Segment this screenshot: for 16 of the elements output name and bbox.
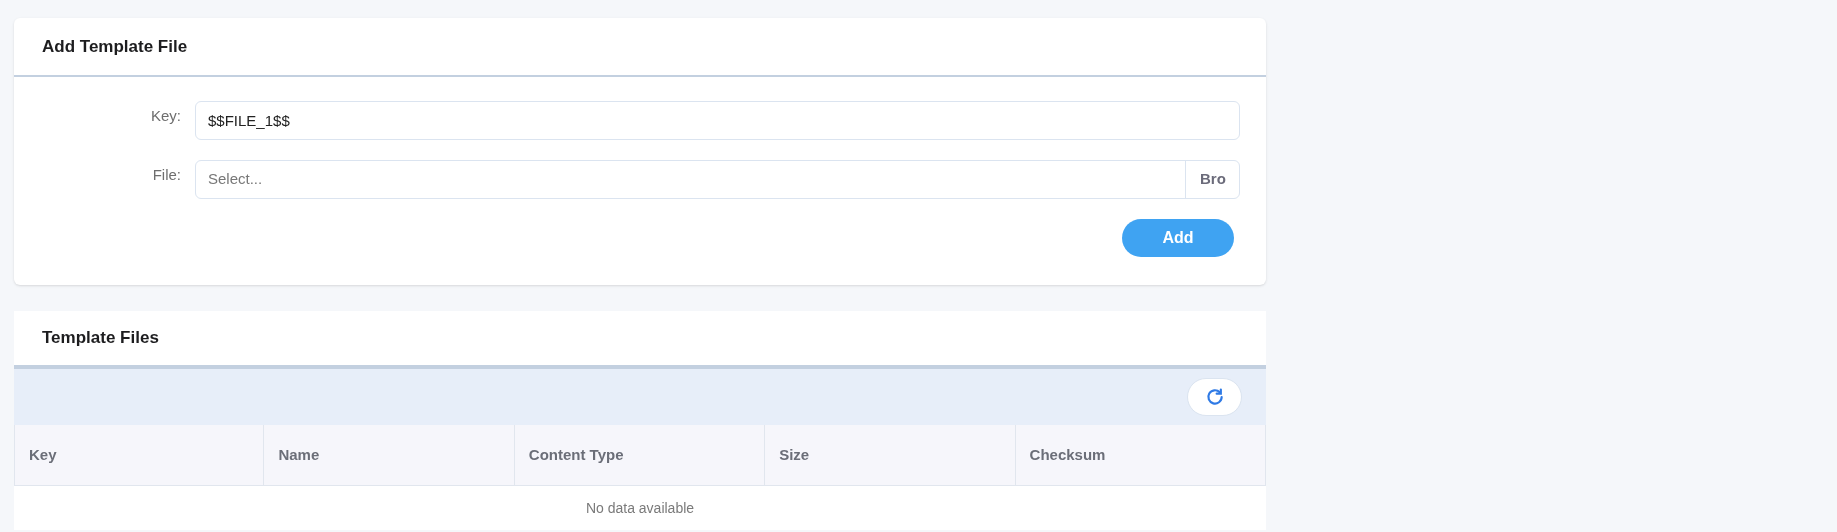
column-header: Checksum: [1015, 425, 1266, 485]
field-label: Key:: [150, 106, 182, 127]
column-header: Content Type: [514, 425, 766, 485]
file-input-field[interactable]: Select... Bro: [195, 160, 1240, 199]
field-label: File:: [151, 165, 182, 186]
column-header: Name: [264, 425, 515, 485]
refresh-icon: [1204, 387, 1225, 407]
add-button[interactable]: Add: [1122, 219, 1234, 257]
empty-message: No data available: [585, 498, 695, 518]
column-header: Size: [765, 425, 1016, 485]
refresh-button[interactable]: [1187, 378, 1242, 416]
browse-button[interactable]: Bro: [1185, 161, 1239, 198]
card-title: Template Files: [42, 327, 159, 350]
column-header: Key: [14, 425, 265, 485]
key-input-field[interactable]: $$FILE_1$$: [195, 101, 1240, 140]
card-title: Add Template File: [42, 35, 188, 58]
